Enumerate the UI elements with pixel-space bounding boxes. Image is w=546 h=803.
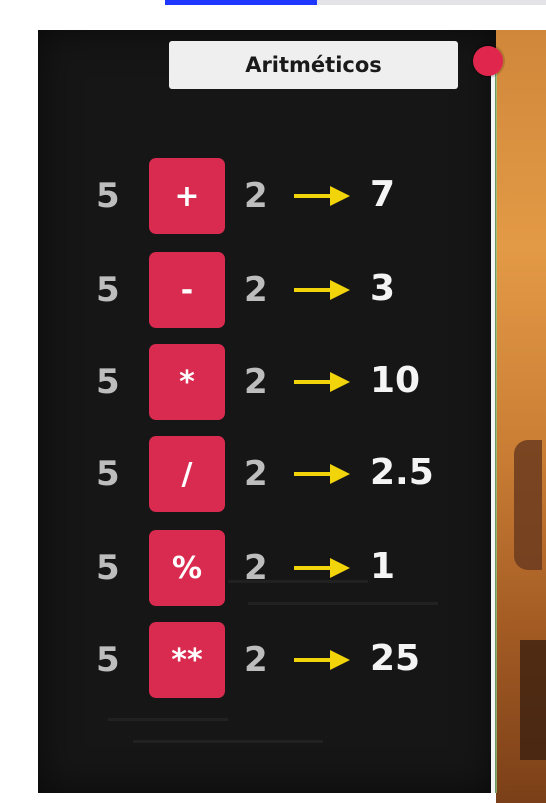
operand-a: 5 <box>96 454 120 494</box>
operand-b: 2 <box>244 362 268 402</box>
operand-b: 2 <box>244 454 268 494</box>
operand-b: 2 <box>244 270 268 310</box>
arrow-right-icon <box>294 558 350 578</box>
result-value: 10 <box>370 360 421 401</box>
operand-a: 5 <box>96 548 120 588</box>
operand-b: 2 <box>244 176 268 216</box>
video-progress-fill <box>165 0 318 5</box>
arrow-right-icon <box>294 280 350 300</box>
record-dot-icon <box>473 46 503 76</box>
video-progress-bar[interactable] <box>165 0 546 5</box>
arrow-right-icon <box>294 650 350 670</box>
result-value: 3 <box>370 268 396 309</box>
result-value: 7 <box>370 174 396 215</box>
operand-a: 5 <box>96 640 120 680</box>
operator-symbol: - <box>149 252 225 328</box>
operand-a: 5 <box>96 362 120 402</box>
operator-row: 5% 2 1 <box>0 530 546 606</box>
operator-symbol: + <box>149 158 225 234</box>
arrow-right-icon <box>294 464 350 484</box>
top-bar <box>0 0 546 29</box>
operator-row: 5 * 2 10 <box>0 344 546 420</box>
operator-symbol: * <box>149 344 225 420</box>
operand-a: 5 <box>96 176 120 216</box>
result-value: 2.5 <box>370 452 434 493</box>
result-value: 25 <box>370 638 421 679</box>
result-value: 1 <box>370 546 396 587</box>
operand-a: 5 <box>96 270 120 310</box>
operator-symbol: ** <box>149 622 225 698</box>
operator-symbol: % <box>149 530 225 606</box>
operand-b: 2 <box>244 640 268 680</box>
operator-row: 5 +2 7 <box>0 158 546 234</box>
arrow-right-icon <box>294 186 350 206</box>
board-title: Aritméticos <box>169 41 458 89</box>
operator-row: 5 ** 2 25 <box>0 622 546 698</box>
operator-row: 5-2 3 <box>0 252 546 328</box>
operator-symbol: / <box>149 436 225 512</box>
arrow-right-icon <box>294 372 350 392</box>
video-frame: Aritméticos 5 +2 7 5-2 3 5 * 2 10 5/2 2.5 5% 2 1 5 ** 2 2… <box>0 0 546 803</box>
operand-b: 2 <box>244 548 268 588</box>
operator-row: 5 / 2 2.5 <box>0 436 546 512</box>
